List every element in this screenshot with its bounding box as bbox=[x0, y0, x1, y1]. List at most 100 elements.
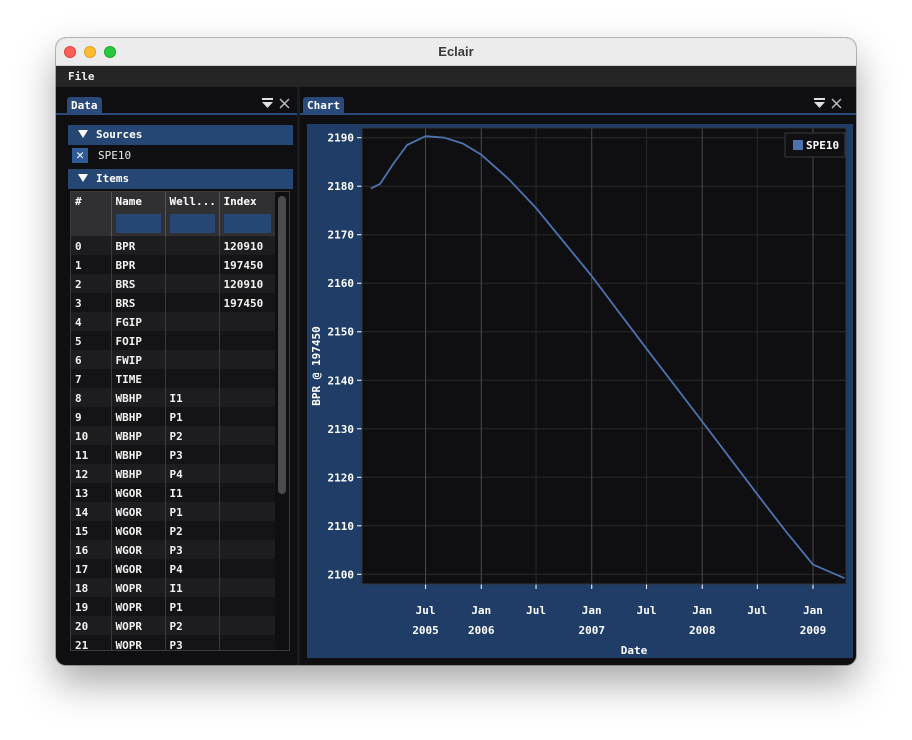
column-header-well[interactable]: Well... bbox=[165, 192, 220, 236]
table-row[interactable]: 16 WGOR P3 bbox=[71, 540, 276, 559]
x-axis-label: Date bbox=[621, 644, 648, 657]
row-well-cell: I1 bbox=[165, 578, 220, 597]
row-well-cell: P3 bbox=[165, 635, 220, 650]
chart-panel: Chart 2100 2110 2120 2130 2140 2150 2160 2170 21… bbox=[300, 87, 856, 665]
row-well-cell: P2 bbox=[165, 521, 220, 540]
table-row[interactable]: 14 WGOR P1 bbox=[71, 502, 276, 521]
row-number-cell: 11 bbox=[71, 445, 112, 464]
tab-chart[interactable]: Chart bbox=[303, 97, 345, 115]
data-point bbox=[844, 578, 845, 579]
checkbox-spe10[interactable]: ✕ bbox=[72, 148, 88, 163]
table-row[interactable]: 2 BRS 120910 bbox=[71, 274, 276, 293]
sources-header[interactable]: Sources bbox=[68, 125, 293, 145]
table-row[interactable]: 15 WGOR P2 bbox=[71, 521, 276, 540]
data-point bbox=[785, 530, 786, 531]
column-header-name[interactable]: Name bbox=[111, 192, 166, 236]
row-number-cell: 5 bbox=[71, 331, 112, 350]
y-tick-label: 2120 bbox=[328, 471, 355, 484]
close-icon[interactable] bbox=[279, 98, 290, 112]
collapse-triangle-icon bbox=[78, 130, 88, 138]
row-well-cell bbox=[165, 255, 220, 274]
name-filter-input[interactable] bbox=[115, 214, 161, 233]
chart-frame: 2100 2110 2120 2130 2140 2150 2160 2170 2180 2190… bbox=[307, 124, 853, 658]
table-row[interactable]: 11 WBHP P3 bbox=[71, 445, 276, 464]
table-row[interactable]: 0 BPR 120910 bbox=[71, 236, 276, 255]
table-row[interactable]: 21 WOPR P3 bbox=[71, 635, 276, 650]
row-well-cell: P4 bbox=[165, 559, 220, 578]
row-index-cell: 120910 bbox=[219, 274, 276, 293]
filter-icon[interactable] bbox=[262, 98, 273, 112]
well-filter-input[interactable] bbox=[169, 214, 215, 233]
row-well-cell bbox=[165, 312, 220, 331]
scrollbar-thumb[interactable] bbox=[278, 196, 286, 494]
index-filter-input[interactable] bbox=[223, 214, 271, 233]
table-row[interactable]: 10 WBHP P2 bbox=[71, 426, 276, 445]
table-row[interactable]: 17 WGOR P4 bbox=[71, 559, 276, 578]
column-header-number[interactable]: # bbox=[71, 192, 112, 236]
row-index-cell bbox=[219, 502, 276, 521]
x-tick-label: Jul bbox=[747, 604, 767, 617]
row-number-cell: 3 bbox=[71, 293, 112, 312]
table-scrollbar[interactable] bbox=[275, 192, 289, 650]
table-row[interactable]: 7 TIME bbox=[71, 369, 276, 388]
x-tick-label: Jul bbox=[526, 604, 546, 617]
row-name-cell: FWIP bbox=[111, 350, 166, 369]
row-name-cell: TIME bbox=[111, 369, 166, 388]
row-well-cell: P3 bbox=[165, 540, 220, 559]
line-chart[interactable]: 2100 2110 2120 2130 2140 2150 2160 2170 2180 2190… bbox=[307, 124, 853, 658]
filter-icon[interactable] bbox=[814, 98, 825, 112]
column-header-label: Name bbox=[115, 195, 143, 208]
collapse-triangle-icon bbox=[78, 174, 88, 182]
table-row[interactable]: 9 WBHP P1 bbox=[71, 407, 276, 426]
data-point bbox=[481, 154, 482, 155]
x-tick-year-label: 2005 bbox=[412, 624, 439, 637]
source-label: SPE10 bbox=[98, 149, 132, 162]
row-number-cell: 14 bbox=[71, 502, 112, 521]
table-row[interactable]: 4 FGIP bbox=[71, 312, 276, 331]
row-name-cell: BRS bbox=[111, 274, 166, 293]
data-tab-bar: Data bbox=[56, 94, 297, 115]
row-index-cell bbox=[219, 407, 276, 426]
row-index-cell bbox=[219, 426, 276, 445]
items-header-label: Items bbox=[96, 172, 130, 185]
table-row[interactable]: 19 WOPR P1 bbox=[71, 597, 276, 616]
y-tick-label: 2160 bbox=[328, 277, 355, 290]
column-header-label: # bbox=[75, 195, 82, 208]
row-name-cell: BPR bbox=[111, 236, 166, 255]
row-number-cell: 15 bbox=[71, 521, 112, 540]
table-row[interactable]: 3 BRS 197450 bbox=[71, 293, 276, 312]
row-index-cell bbox=[219, 597, 276, 616]
row-number-cell: 8 bbox=[71, 388, 112, 407]
row-number-cell: 4 bbox=[71, 312, 112, 331]
row-index-cell bbox=[219, 331, 276, 350]
table-row[interactable]: 12 WBHP P4 bbox=[71, 464, 276, 483]
table-row[interactable]: 18 WOPR I1 bbox=[71, 578, 276, 597]
data-point bbox=[370, 188, 371, 189]
y-tick-label: 2100 bbox=[328, 568, 355, 581]
table-row[interactable]: 5 FOIP bbox=[71, 331, 276, 350]
tab-data[interactable]: Data bbox=[67, 97, 102, 115]
row-number-cell: 20 bbox=[71, 616, 112, 635]
row-number-cell: 7 bbox=[71, 369, 112, 388]
row-number-cell: 17 bbox=[71, 559, 112, 578]
row-name-cell: WBHP bbox=[111, 388, 166, 407]
y-axis-label: BPR @ 197450 bbox=[310, 326, 323, 405]
table-row[interactable]: 6 FWIP bbox=[71, 350, 276, 369]
row-number-cell: 2 bbox=[71, 274, 112, 293]
column-header-index[interactable]: Index bbox=[219, 192, 276, 236]
row-name-cell: WBHP bbox=[111, 445, 166, 464]
data-point bbox=[812, 564, 813, 565]
row-index-cell: 120910 bbox=[219, 236, 276, 255]
table-row[interactable]: 20 WOPR P2 bbox=[71, 616, 276, 635]
menu-file[interactable]: File bbox=[68, 70, 95, 83]
items-header[interactable]: Items bbox=[68, 169, 293, 189]
row-well-cell: P1 bbox=[165, 597, 220, 616]
close-icon[interactable] bbox=[831, 98, 842, 112]
table-row[interactable]: 1 BPR 197450 bbox=[71, 255, 276, 274]
window-title: Eclair bbox=[438, 44, 474, 59]
row-well-cell bbox=[165, 331, 220, 350]
table-row[interactable]: 13 WGOR I1 bbox=[71, 483, 276, 502]
row-index-cell bbox=[219, 483, 276, 502]
table-row[interactable]: 8 WBHP I1 bbox=[71, 388, 276, 407]
row-name-cell: WOPR bbox=[111, 616, 166, 635]
